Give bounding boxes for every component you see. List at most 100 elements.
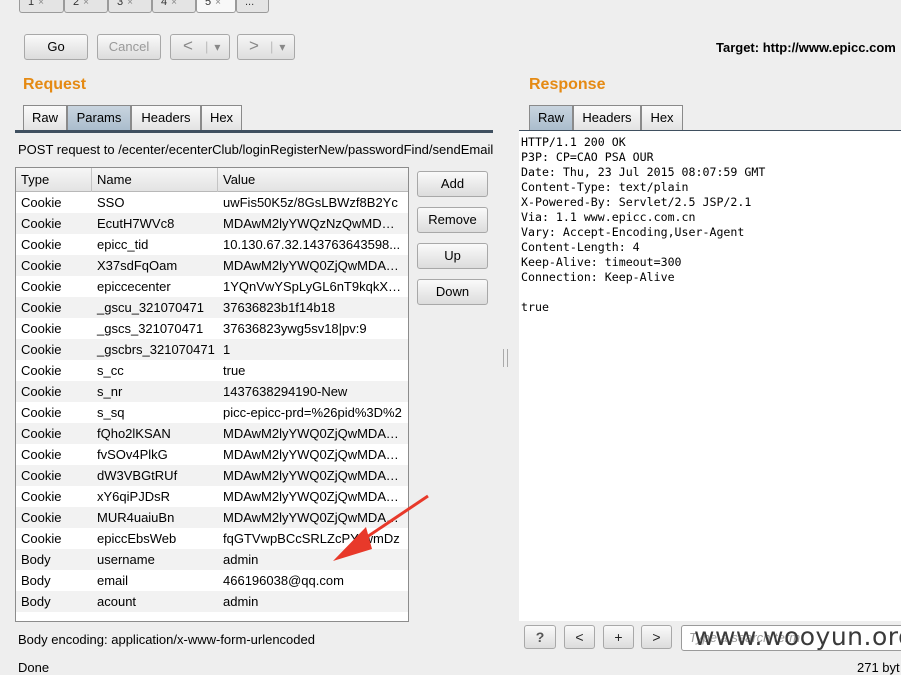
- cell-value[interactable]: 37636823ywg5sv18|pv:9: [218, 318, 402, 339]
- cell-type[interactable]: Cookie: [16, 507, 92, 528]
- cell-value[interactable]: 1: [218, 339, 402, 360]
- go-button[interactable]: Go: [24, 34, 88, 60]
- cell-type[interactable]: Cookie: [16, 360, 92, 381]
- table-row[interactable]: Cookie _gscs_321070471 37636823ywg5sv18|pv…: [16, 318, 408, 339]
- cell-type[interactable]: Cookie: [16, 465, 92, 486]
- cell-name[interactable]: _gscbrs_321070471: [92, 339, 218, 360]
- table-row[interactable]: CookiexY6qiPJDsRMDAwM2lyYWQ0ZjQwMDAwMDA: [16, 486, 408, 507]
- chevron-down-icon[interactable]: ▾: [273, 36, 291, 58]
- search-options-button[interactable]: +: [603, 625, 634, 649]
- cell-value[interactable]: fqGTVwpBCcSRLZcPY.lwmDz: [218, 528, 402, 549]
- table-row[interactable]: Cookie epicc_tid 10.130.67.32.143763643598…: [16, 234, 408, 255]
- cell-name[interactable]: epicc_tid: [92, 234, 218, 255]
- cell-value[interactable]: MDAwM2lyYWQ0ZjQwMDAwMDA: [218, 507, 402, 528]
- cell-type[interactable]: Body: [16, 549, 92, 570]
- cell-name[interactable]: epiccEbsWeb: [92, 528, 218, 549]
- cancel-button[interactable]: Cancel: [97, 34, 161, 60]
- table-row[interactable]: Cookie epiccecenter 1YQnVwYSpLyGL6nT9kqkXm…: [16, 276, 408, 297]
- remove-button[interactable]: Remove: [417, 207, 488, 233]
- table-row[interactable]: Cookie s_cc true: [16, 360, 408, 381]
- cell-value[interactable]: true: [218, 360, 402, 381]
- close-icon[interactable]: ×: [38, 0, 44, 8]
- column-value[interactable]: Value: [218, 168, 408, 192]
- top-tab-5[interactable]: 5 ×: [196, 0, 236, 13]
- table-row[interactable]: Cookie _gscbrs_321070471 1: [16, 339, 408, 360]
- chevron-down-icon[interactable]: ▾: [208, 36, 226, 58]
- cell-name[interactable]: s_nr: [92, 381, 218, 402]
- search-next-button[interactable]: >: [641, 625, 672, 649]
- cell-value[interactable]: MDAwM2lyYWQ0ZjQwMDAwMDA: [218, 423, 402, 444]
- cell-type[interactable]: Cookie: [16, 444, 92, 465]
- top-tab-4[interactable]: 4 ×: [152, 0, 196, 13]
- cell-type[interactable]: Body: [16, 570, 92, 591]
- cell-name[interactable]: dW3VBGtRUf: [92, 465, 218, 486]
- cell-name[interactable]: SSO: [92, 192, 218, 213]
- cell-type[interactable]: Cookie: [16, 381, 92, 402]
- cell-type[interactable]: Cookie: [16, 528, 92, 549]
- top-tab-2[interactable]: 2 ×: [64, 0, 108, 13]
- cell-value[interactable]: admin: [218, 549, 402, 570]
- cell-type[interactable]: Cookie: [16, 486, 92, 507]
- top-tab-3[interactable]: 3 ×: [108, 0, 152, 13]
- top-tab-more[interactable]: ...: [236, 0, 269, 13]
- cell-value[interactable]: uwFis50K5z/8GsLBWzf8B2Yc: [218, 192, 402, 213]
- table-row[interactable]: CookiefvSOv4PlkGMDAwM2lyYWQ0ZjQwMDAwMDA: [16, 444, 408, 465]
- params-table[interactable]: Type Name Value Cookie SSO uwFis50K5z/8GsL…: [15, 167, 409, 622]
- table-row[interactable]: Cookie SSO uwFis50K5z/8GsLBWzf8B2Yc: [16, 192, 408, 213]
- cell-name[interactable]: fQho2lKSAN: [92, 423, 218, 444]
- cell-name[interactable]: X37sdFqOam: [92, 255, 218, 276]
- cell-type[interactable]: Cookie: [16, 339, 92, 360]
- cell-type[interactable]: Body: [16, 591, 92, 612]
- cell-type[interactable]: Cookie: [16, 234, 92, 255]
- close-icon[interactable]: ×: [127, 0, 133, 8]
- tab-response-headers[interactable]: Headers: [573, 105, 641, 131]
- table-row[interactable]: Body username admin: [16, 549, 408, 570]
- cell-value[interactable]: 10.130.67.32.143763643598...: [218, 234, 402, 255]
- tab-hex[interactable]: Hex: [201, 105, 242, 131]
- down-button[interactable]: Down: [417, 279, 488, 305]
- table-row[interactable]: CookieMUR4uaiuBnMDAwM2lyYWQ0ZjQwMDAwMDA: [16, 507, 408, 528]
- cell-name[interactable]: email: [92, 570, 218, 591]
- cell-name[interactable]: xY6qiPJDsR: [92, 486, 218, 507]
- cell-name[interactable]: _gscu_321070471: [92, 297, 218, 318]
- cell-type[interactable]: Cookie: [16, 192, 92, 213]
- cell-type[interactable]: Cookie: [16, 318, 92, 339]
- cell-type[interactable]: Cookie: [16, 276, 92, 297]
- cell-value[interactable]: MDAwM2lyYWQ0ZjQwMDAwMDA: [218, 255, 402, 276]
- target-label[interactable]: Target: http://www.epicc.com: [716, 40, 896, 55]
- cell-type[interactable]: Cookie: [16, 402, 92, 423]
- tab-response-raw[interactable]: Raw: [529, 105, 573, 131]
- tab-headers[interactable]: Headers: [131, 105, 201, 131]
- cell-name[interactable]: s_sq: [92, 402, 218, 423]
- close-icon[interactable]: ×: [215, 0, 221, 8]
- cell-name[interactable]: epiccecenter: [92, 276, 218, 297]
- tab-response-hex[interactable]: Hex: [641, 105, 683, 131]
- cell-name[interactable]: MUR4uaiuBn: [92, 507, 218, 528]
- cell-name[interactable]: acount: [92, 591, 218, 612]
- cell-name[interactable]: EcutH7WVc8: [92, 213, 218, 234]
- top-tab-1[interactable]: 1 ×: [19, 0, 64, 13]
- back-button[interactable]: < | ▾: [170, 34, 230, 60]
- cell-type[interactable]: Cookie: [16, 297, 92, 318]
- table-row[interactable]: Cookie s_nr 1437638294190-New: [16, 381, 408, 402]
- cell-value[interactable]: picc-epicc-prd=%26pid%3D%2: [218, 402, 402, 423]
- tab-raw[interactable]: Raw: [23, 105, 67, 131]
- cell-value[interactable]: 466196038@qq.com: [218, 570, 402, 591]
- cell-value[interactable]: MDAwM2lyYWQ0ZjQwMDAwMDA: [218, 465, 402, 486]
- cell-name[interactable]: _gscs_321070471: [92, 318, 218, 339]
- response-raw-text[interactable]: HTTP/1.1 200 OK P3P: CP=CAO PSA OUR Date…: [519, 131, 901, 621]
- cell-value[interactable]: 37636823b1f14b18: [218, 297, 402, 318]
- search-prev-button[interactable]: <: [564, 625, 595, 649]
- table-row[interactable]: Cookie epiccEbsWeb fqGTVwpBCcSRLZcPY.lwmDz: [16, 528, 408, 549]
- table-row[interactable]: CookieX37sdFqOamMDAwM2lyYWQ0ZjQwMDAwMDA: [16, 255, 408, 276]
- forward-button[interactable]: > | ▾: [237, 34, 295, 60]
- cell-type[interactable]: Cookie: [16, 255, 92, 276]
- cell-value[interactable]: MDAwM2lyYWQ0ZjQwMDAwMDA: [218, 486, 402, 507]
- cell-name[interactable]: username: [92, 549, 218, 570]
- table-row[interactable]: CookiedW3VBGtRUfMDAwM2lyYWQ0ZjQwMDAwMDA: [16, 465, 408, 486]
- up-button[interactable]: Up: [417, 243, 488, 269]
- cell-type[interactable]: Cookie: [16, 213, 92, 234]
- table-row[interactable]: Body email 466196038@qq.com: [16, 570, 408, 591]
- table-row[interactable]: Cookie _gscu_321070471 37636823b1f14b18: [16, 297, 408, 318]
- column-name[interactable]: Name: [92, 168, 218, 192]
